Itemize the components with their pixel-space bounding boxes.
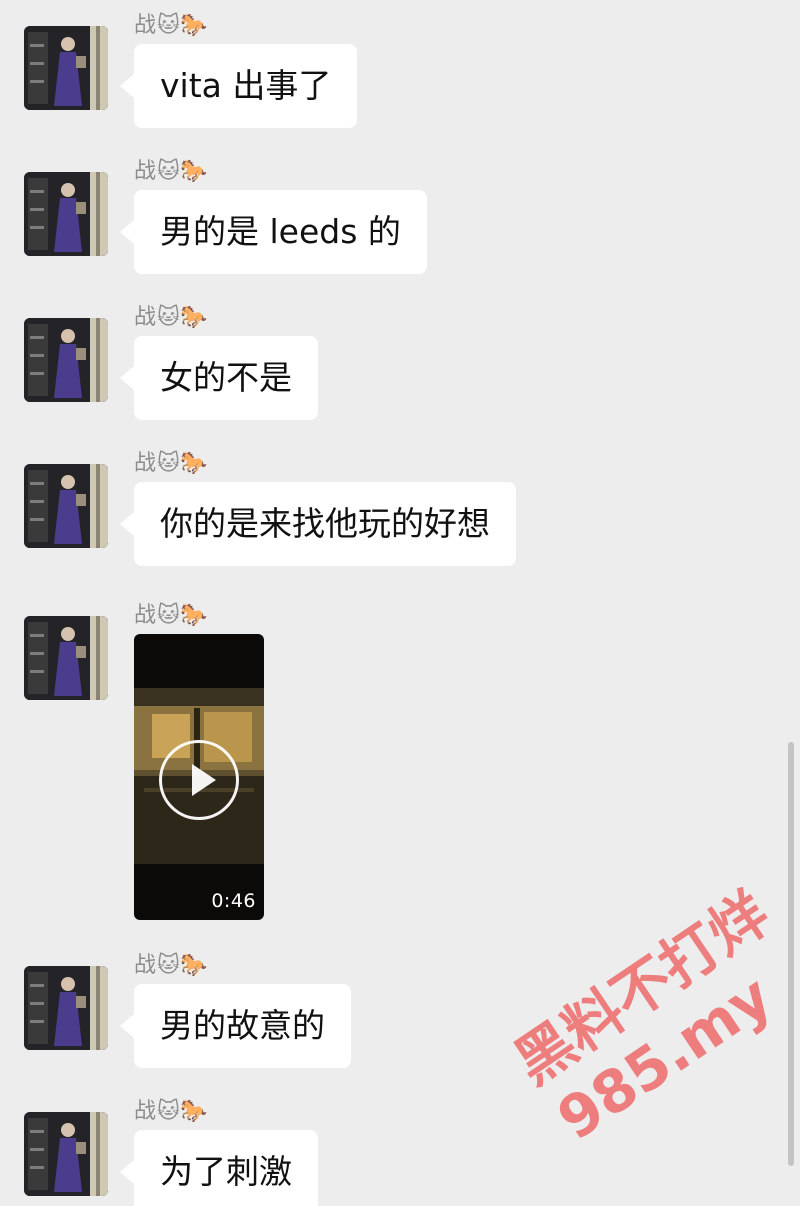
sender-name: 战🐱🐎	[134, 10, 207, 42]
avatar-photo-icon	[24, 966, 108, 1050]
sender-name-text: 战	[134, 13, 157, 38]
avatar[interactable]	[24, 966, 108, 1050]
watermark-line-2: 985.my	[545, 961, 784, 1154]
sender-name: 战🐱🐎	[134, 302, 207, 334]
video-duration: 0:46	[211, 890, 256, 912]
message-bubble[interactable]: vita 出事了	[119, 44, 358, 128]
avatar[interactable]	[24, 26, 108, 110]
play-icon[interactable]	[159, 740, 239, 820]
avatar[interactable]	[24, 464, 108, 548]
avatar-photo-icon	[24, 318, 108, 402]
avatar[interactable]	[24, 616, 108, 700]
watermark: 黑料不打烊 985.my	[502, 879, 800, 1206]
sender-emoji: 🐱🐎	[157, 159, 208, 184]
avatar-photo-icon	[24, 26, 108, 110]
sender-name: 战🐱🐎	[134, 448, 207, 480]
sender-emoji: 🐱🐎	[157, 451, 208, 476]
video-message[interactable]: 0:46	[134, 634, 264, 920]
sender-name-text: 战	[134, 1099, 157, 1124]
avatar[interactable]	[24, 172, 108, 256]
sender-name-text: 战	[134, 159, 157, 184]
watermark-line-1: 黑料不打烊	[502, 879, 782, 1098]
sender-emoji: 🐱🐎	[157, 1099, 208, 1124]
avatar-photo-icon	[24, 172, 108, 256]
sender-emoji: 🐱🐎	[157, 13, 208, 38]
avatar-photo-icon	[24, 616, 108, 700]
sender-name-text: 战	[134, 603, 157, 628]
avatar[interactable]	[24, 1112, 108, 1196]
avatar-photo-icon	[24, 464, 108, 548]
sender-name-text: 战	[134, 953, 157, 978]
sender-emoji: 🐱🐎	[157, 953, 208, 978]
message-bubble[interactable]: 你的是来找他玩的好想	[120, 482, 516, 566]
avatar-photo-icon	[24, 1112, 108, 1196]
sender-name: 战🐱🐎	[134, 1096, 207, 1128]
message-bubble[interactable]: 男的是 leeds 的	[120, 190, 427, 274]
sender-emoji: 🐱🐎	[157, 603, 208, 628]
message-bubble[interactable]: 男的故意的	[120, 984, 351, 1068]
scrollbar[interactable]	[788, 742, 794, 1166]
avatar[interactable]	[24, 318, 108, 402]
message-bubble[interactable]: 女的不是	[120, 336, 318, 420]
sender-name: 战🐱🐎	[134, 600, 207, 632]
message-bubble[interactable]: 为了刺激	[120, 1130, 318, 1206]
sender-name-text: 战	[134, 305, 157, 330]
sender-name-text: 战	[134, 451, 157, 476]
sender-name: 战🐱🐎	[134, 950, 207, 982]
sender-name: 战🐱🐎	[134, 156, 207, 188]
sender-emoji: 🐱🐎	[157, 305, 208, 330]
chat-window: 战🐱🐎 vita 出事了 战🐱🐎 男的是 leeds 的 战🐱🐎 女的不是 战🐱…	[0, 0, 800, 1206]
